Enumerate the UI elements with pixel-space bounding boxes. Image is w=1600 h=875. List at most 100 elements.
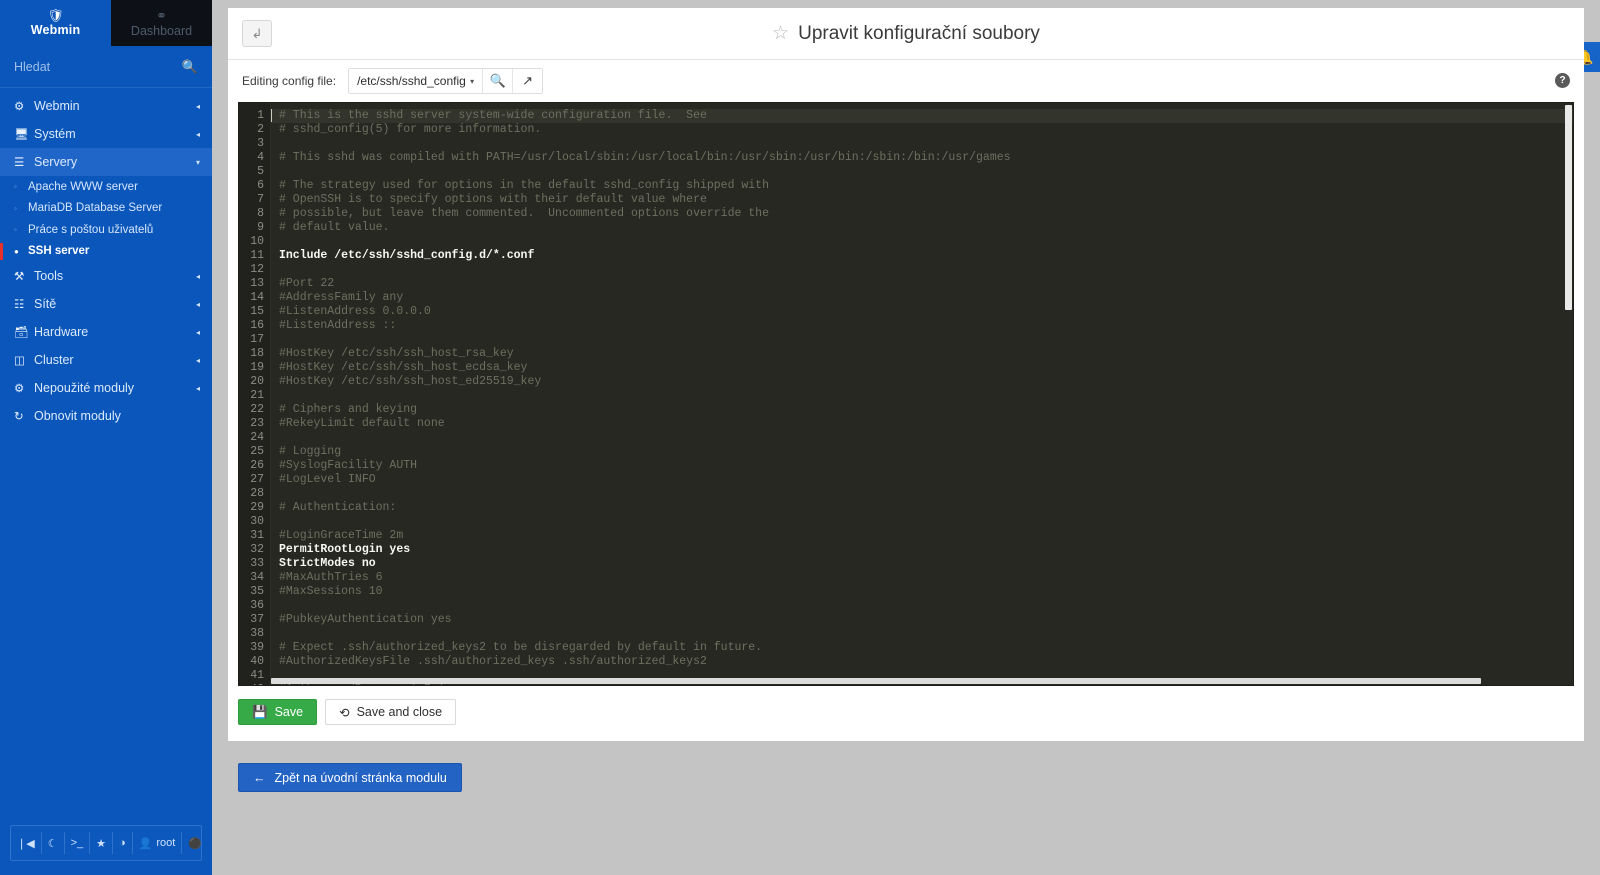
code-line[interactable]: #HostKey /etc/ssh/ssh_host_ed25519_key — [279, 375, 1573, 389]
code-line[interactable]: #LoginGraceTime 2m — [279, 529, 1573, 543]
bullet-icon: ◦ — [14, 182, 17, 192]
sidebar-subitem-apache[interactable]: ◦ Apache WWW server — [0, 176, 212, 198]
code-line[interactable] — [279, 431, 1573, 445]
theme-icon[interactable]: ◑ — [113, 832, 133, 854]
webmin-brand[interactable]: 🛡 Webmin — [0, 0, 111, 46]
scrollbar-thumb[interactable] — [1565, 105, 1572, 310]
code-line[interactable]: #ListenAddress 0.0.0.0 — [279, 305, 1573, 319]
collapse-sidebar-icon[interactable]: ❘◀ — [11, 832, 42, 854]
sidebar-item-refresh-modules[interactable]: ↻ Obnovit moduly — [0, 402, 212, 430]
code-line[interactable]: #Port 22 — [279, 277, 1573, 291]
sidebar-item-system[interactable]: 🖥 Systém ◂ — [0, 120, 212, 148]
code-line-text: # The strategy used for options in the d… — [279, 179, 769, 192]
code-line[interactable]: #MaxAuthTries 6 — [279, 571, 1573, 585]
code-line[interactable]: # default value. — [279, 221, 1573, 235]
code-line[interactable] — [279, 627, 1573, 641]
gauge-icon: ⚭ — [156, 7, 167, 23]
code-line-text: #RekeyLimit default none — [279, 417, 445, 430]
code-line[interactable]: # Expect .ssh/authorized_keys2 to be dis… — [279, 641, 1573, 655]
webmin-app: 🛡 Webmin ⚭ Dashboard 🔍 ⚙ Webmin ◂ 🖥 Syst… — [0, 0, 1600, 875]
sidebar-subitem-ssh-server[interactable]: ● SSH server — [0, 241, 212, 263]
code-line[interactable]: # This sshd was compiled with PATH=/usr/… — [279, 151, 1573, 165]
line-number: 6 — [257, 179, 264, 192]
save-and-close-label: Save and close — [356, 705, 443, 719]
code-line[interactable]: #MaxSessions 10 — [279, 585, 1573, 599]
code-line[interactable]: PermitRootLogin yes — [279, 543, 1573, 557]
config-file-select[interactable]: /etc/ssh/sshd_config — [349, 69, 471, 93]
code-line[interactable]: # sshd_config(5) for more information. — [279, 123, 1573, 137]
sidebar-item-webmin[interactable]: ⚙ Webmin ◂ — [0, 92, 212, 120]
code-line-text: #MaxSessions 10 — [279, 585, 383, 598]
scrollbar-thumb-horizontal[interactable] — [271, 678, 1481, 684]
favorite-star-icon[interactable]: ☆ — [772, 22, 789, 45]
night-mode-icon[interactable]: ☾ — [42, 832, 65, 854]
code-line[interactable]: Include /etc/ssh/sshd_config.d/*.conf — [279, 249, 1573, 263]
sidebar-item-label: Webmin — [34, 99, 80, 113]
code-line[interactable]: # This is the sshd server system-wide co… — [271, 109, 1573, 123]
save-and-close-button[interactable]: ⟲ Save and close — [325, 699, 457, 725]
code-line-text: # sshd_config(5) for more information. — [279, 123, 542, 136]
external-link-icon[interactable]: ↗ — [512, 69, 542, 93]
help-icon[interactable]: ? — [1555, 73, 1570, 88]
code-line[interactable]: # Authentication: — [279, 501, 1573, 515]
favorites-icon[interactable]: ★ — [90, 832, 113, 854]
code-line[interactable]: #AuthorizedKeysFile .ssh/authorized_keys… — [279, 655, 1573, 669]
editor-body: 1 2 3 4 5 6 7 8 9 10 11 12 13 14 15 16 17 18 19 20 21 22 23 24 2… — [239, 103, 1573, 685]
editor-vertical-scrollbar[interactable] — [1564, 103, 1573, 685]
save-button[interactable]: 💾 Save — [238, 699, 318, 725]
code-line[interactable]: #HostKey /etc/ssh/ssh_host_ecdsa_key — [279, 361, 1573, 375]
code-line[interactable]: # possible, but leave them commented. Un… — [279, 207, 1573, 221]
code-line[interactable]: # Ciphers and keying — [279, 403, 1573, 417]
arrow-left-icon: ← — [253, 770, 266, 785]
code-line[interactable]: StrictModes no — [279, 557, 1573, 571]
code-editor[interactable]: 1 2 3 4 5 6 7 8 9 10 11 12 13 14 15 16 17 18 19 20 21 22 23 24 2… — [238, 102, 1574, 686]
sidebar-item-tools[interactable]: ⚒ Tools ◂ — [0, 262, 212, 290]
search-icon[interactable]: 🔍 — [182, 59, 198, 75]
code-line[interactable]: # Logging — [279, 445, 1573, 459]
code-line[interactable]: #SyslogFacility AUTH — [279, 459, 1573, 473]
code-line[interactable] — [279, 599, 1573, 613]
code-line[interactable] — [279, 389, 1573, 403]
code-line[interactable] — [279, 515, 1573, 529]
sidebar-item-site[interactable]: ☷ Sítě ◂ — [0, 290, 212, 318]
sidebar-item-unused-modules[interactable]: ⚙ Nepoužité moduly ◂ — [0, 374, 212, 402]
terminal-icon[interactable]: >_ — [65, 832, 91, 854]
user-menu[interactable]: 👤 root — [133, 832, 183, 854]
line-number: 33 — [250, 557, 264, 570]
file-search-icon[interactable]: 🔍 — [482, 69, 512, 93]
sidebar-item-servery[interactable]: ☰ Servery ▾ — [0, 148, 212, 176]
code-line[interactable] — [279, 165, 1573, 179]
logout-icon[interactable]: ⚫ — [182, 832, 208, 854]
code-line[interactable] — [279, 137, 1573, 151]
sidebar-subitem-mariadb[interactable]: ◦ MariaDB Database Server — [0, 198, 212, 220]
code-line[interactable]: #PubkeyAuthentication yes — [279, 613, 1573, 627]
sidebar-subitem-mail[interactable]: ◦ Práce s poštou uživatelů — [0, 219, 212, 241]
code-line-text: #SyslogFacility AUTH — [279, 459, 418, 472]
sidebar-tools-bar: ❘◀ ☾ >_ ★ ◑ 👤 root ⚫ — [10, 825, 202, 861]
code-line[interactable]: # The strategy used for options in the d… — [279, 179, 1573, 193]
code-line[interactable] — [279, 487, 1573, 501]
line-number: 19 — [250, 361, 264, 374]
code-line[interactable]: #LogLevel INFO — [279, 473, 1573, 487]
code-line[interactable]: #AddressFamily any — [279, 291, 1573, 305]
code-line[interactable]: #HostKey /etc/ssh/ssh_host_rsa_key — [279, 347, 1573, 361]
code-line[interactable]: #RekeyLimit default none — [279, 417, 1573, 431]
tab-dashboard[interactable]: ⚭ Dashboard — [111, 0, 212, 46]
code-line[interactable]: #ListenAddress :: — [279, 319, 1573, 333]
line-number: 36 — [250, 599, 264, 612]
return-to-module-index-button[interactable]: ← Zpět na úvodní stránka modulu — [238, 763, 462, 792]
return-button-label: Zpět na úvodní stránka modulu — [274, 770, 447, 785]
code-line[interactable] — [279, 235, 1573, 249]
editor-horizontal-scrollbar[interactable] — [239, 678, 1573, 685]
code-area[interactable]: # This is the sshd server system-wide co… — [271, 103, 1573, 685]
search-input[interactable] — [14, 59, 182, 74]
code-line[interactable] — [279, 333, 1573, 347]
chevron-left-icon: ◂ — [195, 327, 200, 337]
code-line[interactable]: # OpenSSH is to specify options with the… — [279, 193, 1573, 207]
sidebar-item-cluster[interactable]: ◫ Cluster ◂ — [0, 346, 212, 374]
line-number: 9 — [257, 221, 264, 234]
sidebar-item-hardware[interactable]: 🗃 Hardware ◂ — [0, 318, 212, 346]
code-line[interactable] — [279, 263, 1573, 277]
back-arrow-icon[interactable]: ↲ — [242, 20, 272, 47]
